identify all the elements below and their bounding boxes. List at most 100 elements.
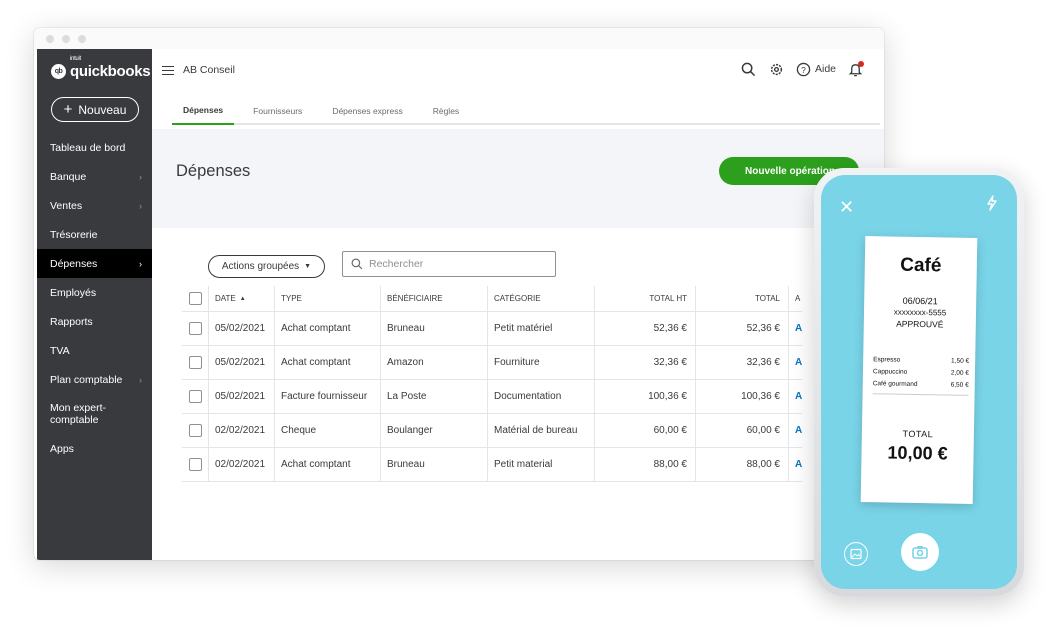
column-total-ht[interactable]: TOTAL HT	[594, 286, 695, 311]
table-row[interactable]: 02/02/2021 Achat comptant Bruneau Petit …	[182, 448, 802, 482]
sidebar-item-ventes[interactable]: Ventes ›	[37, 191, 152, 220]
column-category[interactable]: CATÉGORIE	[487, 286, 594, 311]
column-type[interactable]: TYPE	[274, 286, 380, 311]
window-zoom-dot[interactable]	[78, 35, 86, 43]
sidebar-item-label: TVA	[50, 344, 70, 357]
receipt-card-number: xxxxxxxx-5555	[893, 307, 947, 318]
receipt-line-name: Café gourmand	[872, 380, 918, 388]
receipt-line-name: Espresso	[873, 356, 901, 364]
window-minimize-dot[interactable]	[62, 35, 70, 43]
search-icon[interactable]	[740, 60, 758, 78]
tab-fournisseurs[interactable]: Fournisseurs	[242, 97, 313, 125]
shutter-button[interactable]	[901, 533, 939, 571]
sidebar-item-mon-expert-comptable[interactable]: Mon expert-comptable	[37, 394, 152, 434]
search-input[interactable]	[369, 258, 539, 270]
tab-depenses-express[interactable]: Dépenses express	[321, 97, 413, 125]
receipt-title: Café	[900, 254, 942, 277]
tab-regles[interactable]: Règles	[422, 97, 470, 125]
chevron-right-icon: ›	[139, 258, 142, 269]
cell-beneficiary: Bruneau	[380, 448, 487, 481]
table-header-row: DATE ▲ TYPE BÉNÉFICIAIRE CATÉGORIE TOTAL …	[182, 286, 802, 312]
row-checkbox[interactable]	[188, 356, 202, 369]
gallery-icon[interactable]	[844, 542, 868, 566]
sidebar-item-label: Mon expert-comptable	[50, 402, 107, 426]
quickbooks-logo[interactable]: qb intuit quickbooks	[51, 56, 151, 83]
table-row[interactable]: 05/02/2021 Achat comptant Bruneau Petit …	[182, 312, 802, 346]
receipt: Café 06/06/21 xxxxxxxx-5555 APPROUVÉ Esp…	[860, 236, 978, 504]
select-all-checkbox[interactable]	[188, 292, 202, 305]
page-header: Dépenses Nouvelle opération	[152, 129, 884, 228]
cell-date: 05/02/2021	[208, 312, 274, 345]
cell-date: 05/02/2021	[208, 346, 274, 379]
table-row[interactable]: 05/02/2021 Achat comptant Amazon Fournit…	[182, 346, 802, 380]
sidebar-item-apps[interactable]: Apps	[37, 434, 152, 463]
sidebar-item-banque[interactable]: Banque ›	[37, 162, 152, 191]
table-row[interactable]: 02/02/2021 Cheque Boulanger Matérial de …	[182, 414, 802, 448]
svg-text:?: ?	[801, 64, 806, 74]
sidebar-item-employes[interactable]: Employés	[37, 278, 152, 307]
expenses-content: Actions groupées ▼ DATE▲ TYPE BÉNÉFICIAI…	[152, 228, 884, 560]
sidebar-item-tableau-de-bord[interactable]: Tableau de bord	[37, 133, 152, 162]
plus-icon: +	[63, 100, 73, 118]
receipt-line-name: Cappuccino	[872, 368, 908, 376]
row-action-link[interactable]: A	[788, 414, 802, 447]
row-checkbox[interactable]	[188, 322, 202, 335]
row-select-cell	[182, 312, 208, 345]
receipt-line-price: 6,50 €	[950, 381, 969, 389]
sidebar-item-rapports[interactable]: Rapports	[37, 307, 152, 336]
help-button[interactable]: ? Aide	[796, 62, 836, 77]
cell-beneficiary: Boulanger	[380, 414, 487, 447]
batch-actions-label: Actions groupées	[221, 261, 300, 272]
receipt-capture-screen: ✕ Café 06/06/21 xxxxxxxx-5555 APPROUVÉ E…	[821, 175, 1017, 589]
sidebar-item-label: Dépenses	[50, 257, 98, 270]
cell-total-ht: 100,36 €	[594, 380, 695, 413]
cell-category: Fourniture	[487, 346, 594, 379]
cell-total: 60,00 €	[695, 414, 788, 447]
cell-date: 02/02/2021	[208, 414, 274, 447]
row-action-link[interactable]: A	[788, 346, 802, 379]
receipt-date: 06/06/21	[902, 295, 938, 307]
close-icon[interactable]: ✕	[839, 197, 854, 218]
row-action-link[interactable]: A	[788, 448, 802, 481]
receipt-status: APPROUVÉ	[896, 318, 944, 330]
cell-total-ht: 88,00 €	[594, 448, 695, 481]
row-checkbox[interactable]	[188, 390, 202, 403]
cell-type: Achat comptant	[274, 312, 380, 345]
sidebar-item-label: Apps	[50, 442, 74, 455]
cell-type: Facture fournisseur	[274, 380, 380, 413]
receipt-line-price: 1,50 €	[951, 357, 970, 365]
search-icon	[351, 258, 363, 270]
flash-icon[interactable]	[985, 195, 999, 216]
row-select-cell	[182, 380, 208, 413]
sidebar-item-depenses[interactable]: Dépenses ›	[37, 249, 152, 278]
gear-icon[interactable]	[768, 60, 786, 78]
tab-depenses[interactable]: Dépenses	[172, 97, 235, 125]
logo-brand: quickbooks	[70, 62, 151, 80]
table-row[interactable]: 05/02/2021 Facture fournisseur La Poste …	[182, 380, 802, 414]
cell-beneficiary: Amazon	[380, 346, 487, 379]
column-total[interactable]: TOTAL	[695, 286, 788, 311]
row-checkbox[interactable]	[188, 424, 202, 437]
header-actions: ? Aide	[740, 60, 864, 78]
receipt-line: Café gourmand 6,50 €	[873, 378, 969, 392]
bell-icon[interactable]	[846, 60, 864, 78]
column-date[interactable]: DATE ▲	[208, 286, 274, 311]
column-beneficiary[interactable]: BÉNÉFICIAIRE	[380, 286, 487, 311]
window-close-dot[interactable]	[46, 35, 54, 43]
sidebar-item-plan-comptable[interactable]: Plan comptable ›	[37, 365, 152, 394]
new-button[interactable]: + Nouveau	[51, 97, 139, 122]
new-button-label: Nouveau	[78, 102, 127, 117]
sidebar-item-label: Employés	[50, 286, 97, 299]
cell-total-ht: 60,00 €	[594, 414, 695, 447]
cell-total: 88,00 €	[695, 448, 788, 481]
row-checkbox[interactable]	[188, 458, 202, 471]
sidebar-item-label: Plan comptable	[50, 373, 123, 386]
sidebar-item-tva[interactable]: TVA	[37, 336, 152, 365]
row-action-link[interactable]: A	[788, 312, 802, 345]
cell-beneficiary: La Poste	[380, 380, 487, 413]
menu-icon[interactable]	[162, 66, 174, 75]
batch-actions-dropdown[interactable]: Actions groupées ▼	[208, 255, 325, 278]
sidebar-item-tresorerie[interactable]: Trésorerie	[37, 220, 152, 249]
cell-total-ht: 52,36 €	[594, 312, 695, 345]
row-action-link[interactable]: A	[788, 380, 802, 413]
